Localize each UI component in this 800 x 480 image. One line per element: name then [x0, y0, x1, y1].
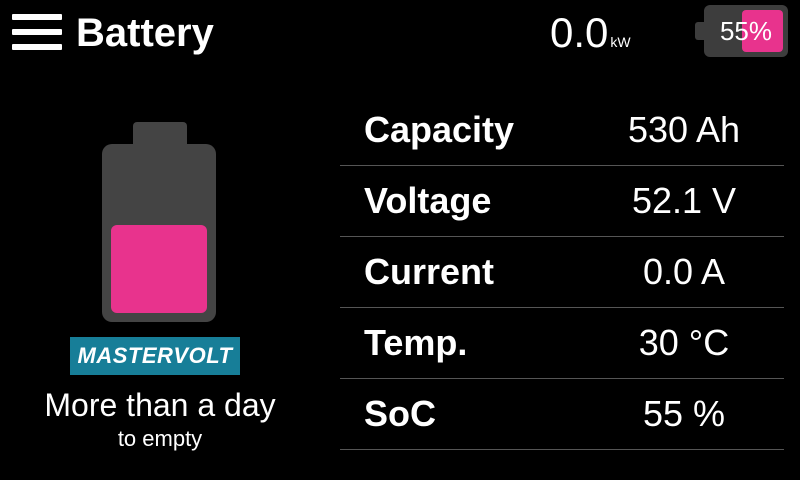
- info-row-voltage: Voltage 52.1 V: [340, 166, 784, 237]
- info-label: Capacity: [364, 109, 515, 150]
- runtime-estimate: More than a day: [44, 387, 276, 423]
- menu-bar: [12, 29, 62, 35]
- info-row-capacity: Capacity 530 Ah: [340, 95, 784, 166]
- hamburger-menu-icon[interactable]: [12, 14, 62, 52]
- info-label: Voltage: [364, 180, 492, 221]
- info-value: 0.0 A: [642, 251, 726, 292]
- info-row-temperature: Temp. 30 °C: [340, 308, 784, 379]
- info-value: 55 %: [642, 393, 726, 434]
- info-label: SoC: [364, 393, 436, 434]
- menu-bar: [12, 44, 62, 50]
- battery-icon: [102, 122, 216, 322]
- power-readout: 0.0 kW: [550, 9, 631, 57]
- info-row-current: Current 0.0 A: [340, 237, 784, 308]
- battery-charge-fill: [111, 225, 207, 313]
- info-label: Current: [364, 251, 495, 292]
- info-value: 52.1 V: [631, 180, 737, 221]
- battery-status-badge[interactable]: 55%: [695, 5, 788, 57]
- runtime-estimate-subtitle: to empty: [117, 426, 203, 451]
- battery-body: [102, 144, 216, 322]
- power-value: 0.0: [550, 9, 609, 56]
- info-label: Temp.: [364, 322, 468, 363]
- battery-info-table: Capacity 530 Ah Voltage 52.1 V Current 0…: [340, 95, 784, 450]
- page-title: Battery: [76, 11, 214, 55]
- battery-cap: [133, 122, 187, 146]
- mastervolt-logo: MASTERVOLT: [70, 337, 240, 375]
- info-value: 530 Ah: [627, 109, 741, 150]
- battery-percent: 55%: [719, 16, 773, 46]
- menu-bar: [12, 14, 62, 20]
- power-unit: kW: [610, 34, 631, 50]
- info-value: 30 °C: [638, 322, 730, 363]
- info-row-soc: SoC 55 %: [340, 379, 784, 450]
